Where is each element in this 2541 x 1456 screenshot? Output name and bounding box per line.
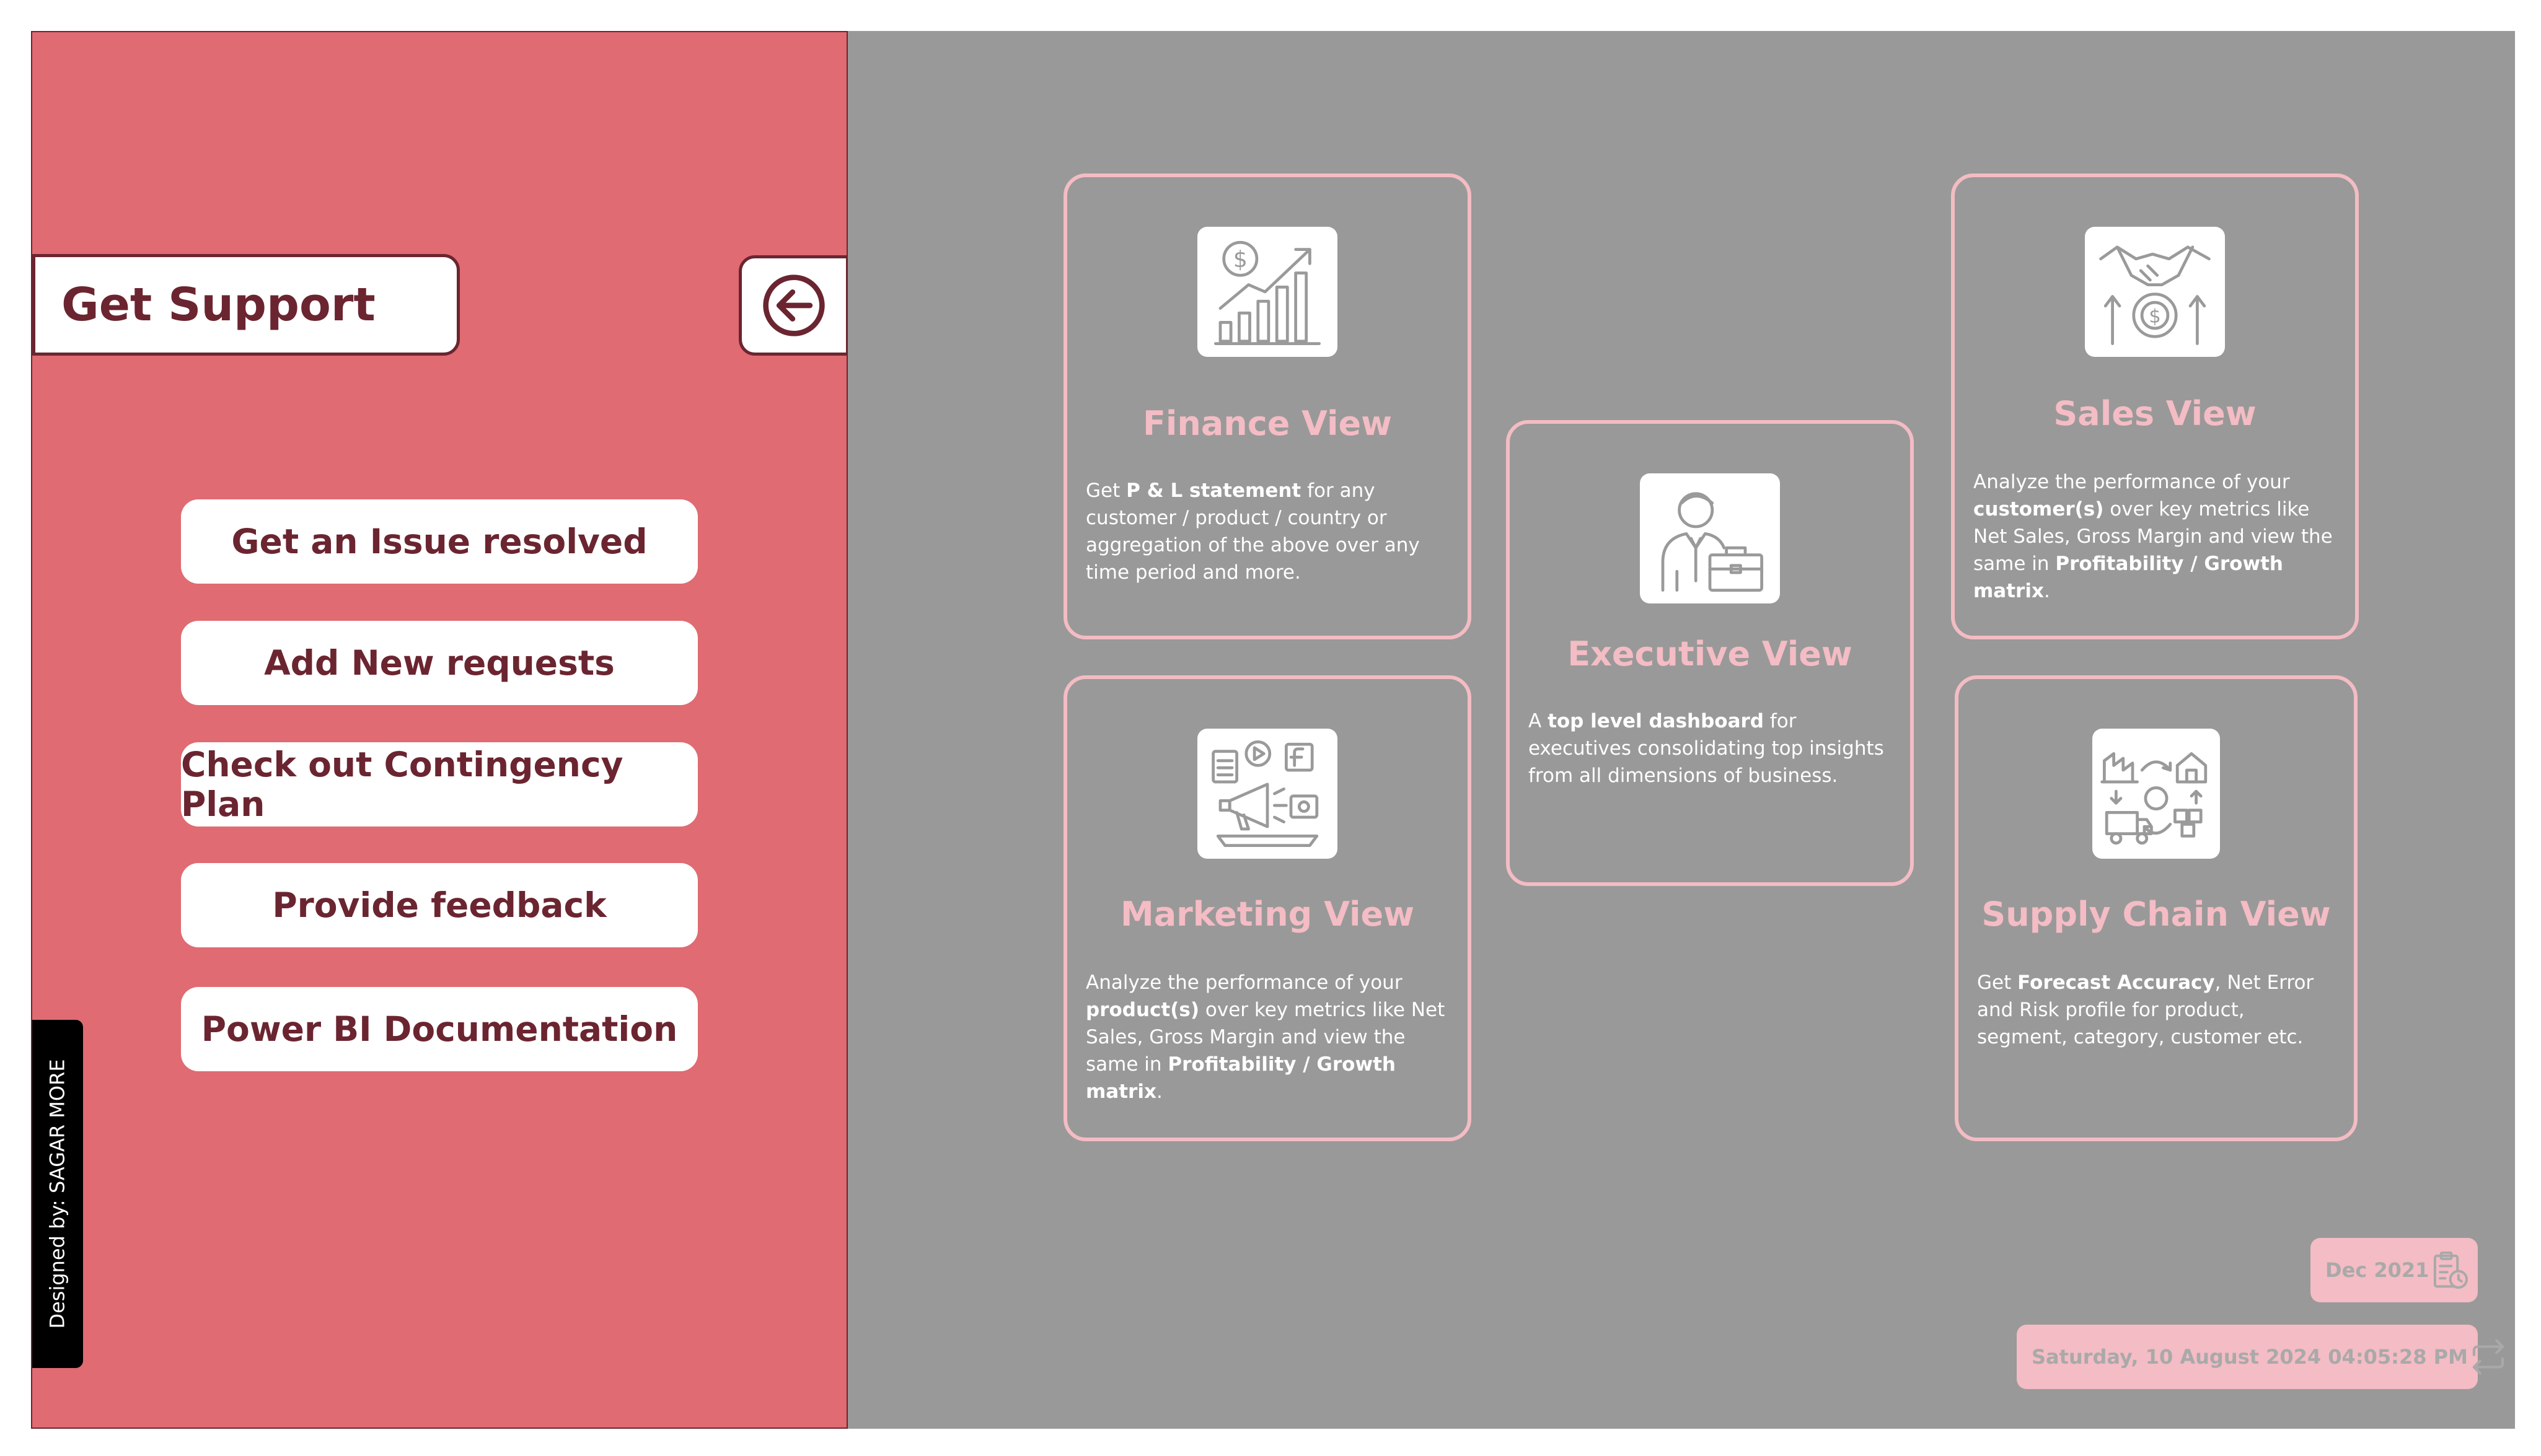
get-issue-resolved-button[interactable]: Get an Issue resolved <box>181 499 698 584</box>
marketing-view-card[interactable]: Marketing View Analyze the performance o… <box>1064 675 1471 1141</box>
designer-credit-tab: Designed by: SAGAR MORE <box>32 1020 83 1368</box>
power-bi-documentation-button[interactable]: Power BI Documentation <box>181 987 698 1071</box>
svg-text:$: $ <box>2149 305 2160 327</box>
refresh-icon[interactable] <box>2468 1336 2509 1377</box>
button-label: Power BI Documentation <box>201 1009 678 1049</box>
contingency-plan-button[interactable]: Check out Contingency Plan <box>181 742 698 827</box>
button-label: Add New requests <box>264 643 615 683</box>
provide-feedback-button[interactable]: Provide feedback <box>181 863 698 947</box>
button-label: Get an Issue resolved <box>231 522 648 561</box>
marketing-megaphone-icon <box>1212 740 1319 847</box>
view-navigation-area: $ Finance View Get P & L statement for a… <box>848 31 2515 1429</box>
button-label: Provide feedback <box>272 885 607 925</box>
add-new-requests-button[interactable]: Add New requests <box>181 621 698 705</box>
finance-view-description: Get P & L statement for any customer / p… <box>1086 480 1420 584</box>
supply-chain-view-description: Get Forecast Accuracy, Net Error and Ris… <box>1977 971 2314 1048</box>
executive-icon-box <box>1640 473 1780 603</box>
sales-view-description: Analyze the performance of your customer… <box>1973 471 2333 602</box>
finance-view-card[interactable]: $ Finance View Get P & L statement for a… <box>1064 173 1471 639</box>
sales-view-card[interactable]: $ Sales View Analyze the performance of … <box>1951 173 2359 639</box>
executive-view-title: Executive View <box>1567 634 1852 673</box>
finance-icon-box: $ <box>1197 227 1337 357</box>
svg-text:$: $ <box>1233 247 1248 273</box>
last-refresh-timestamp: Saturday, 10 August 2024 04:05:28 PM <box>2032 1345 2468 1369</box>
marketing-icon-box <box>1197 729 1337 859</box>
data-period-badge: Dec 2021 <box>2310 1238 2478 1302</box>
back-button[interactable] <box>739 255 849 356</box>
executive-view-description: A top level dashboard for executives con… <box>1528 710 1884 787</box>
designer-credit: Designed by: SAGAR MORE <box>46 1059 70 1329</box>
data-period-label: Dec 2021 <box>2325 1258 2429 1282</box>
supply-chain-view-title: Supply Chain View <box>1981 895 2331 934</box>
executive-view-card[interactable]: Executive View A top level dashboard for… <box>1506 420 1914 886</box>
handshake-money-icon: $ <box>2099 245 2211 345</box>
marketing-view-title: Marketing View <box>1121 895 1414 934</box>
finance-view-title: Finance View <box>1142 404 1393 443</box>
supply-chain-cycle-icon <box>2100 752 2208 845</box>
calendar-clipboard-icon <box>2434 1251 2468 1289</box>
supply-chain-view-card[interactable]: Supply Chain View Get Forecast Accuracy,… <box>1955 675 2358 1141</box>
sales-icon-box: $ <box>2085 227 2225 357</box>
sales-view-title: Sales View <box>2053 394 2257 433</box>
finance-growth-chart-icon: $ <box>1214 240 1321 345</box>
support-panel: Get Support Get an Issue resolved Add Ne… <box>31 31 849 1429</box>
last-refresh-badge: Saturday, 10 August 2024 04:05:28 PM <box>2017 1325 2504 1389</box>
executive-briefcase-icon <box>1661 492 1763 592</box>
panel-title: Get Support <box>61 278 376 331</box>
report-page: Get Support Get an Issue resolved Add Ne… <box>31 31 2515 1429</box>
button-label: Check out Contingency Plan <box>181 745 623 824</box>
arrow-left-circle-icon <box>763 274 825 336</box>
get-support-header: Get Support <box>32 254 460 356</box>
supply-chain-icon-box <box>2092 729 2220 859</box>
marketing-view-description: Analyze the performance of your product(… <box>1086 971 1445 1103</box>
